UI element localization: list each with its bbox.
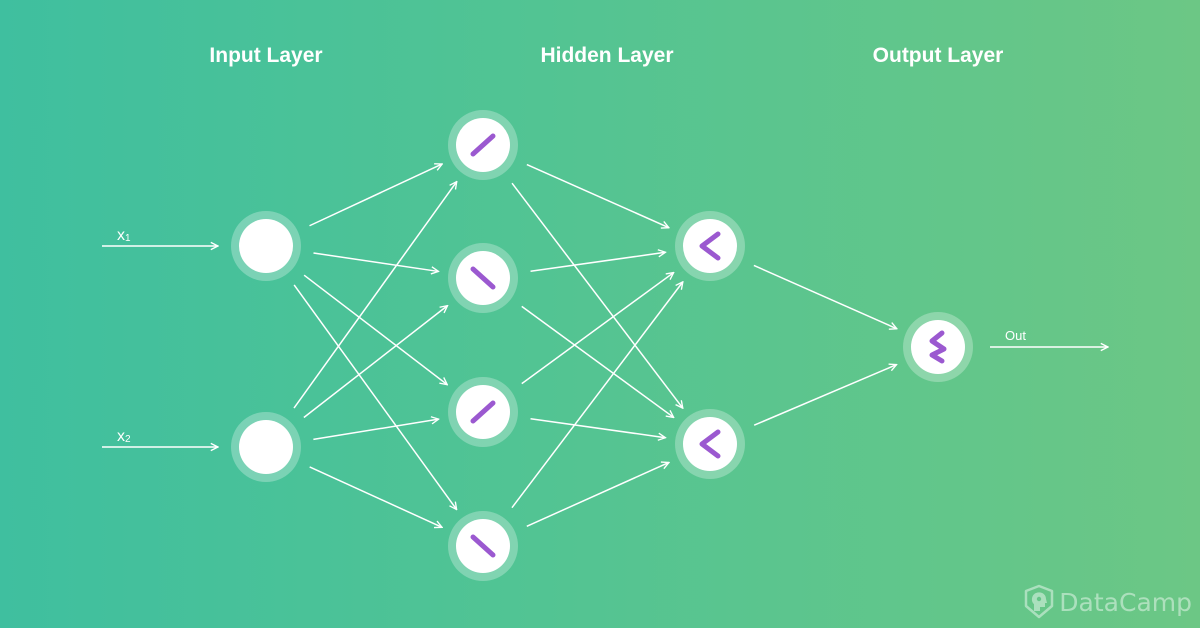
connection-h3-g2 [530, 417, 666, 438]
node-h1 [448, 110, 518, 180]
connection-h1-g1 [526, 163, 669, 228]
output-label: Out [1005, 328, 1026, 343]
node-g2 [675, 409, 745, 479]
datacamp-brand: DataCamp [1023, 584, 1192, 620]
connection-h4-g1 [511, 282, 683, 509]
input-label-2: x2 [117, 428, 131, 445]
node-h2 [448, 243, 518, 313]
connection-h2-g1 [530, 252, 666, 273]
connection-i2-h4 [309, 466, 442, 527]
connection-i1-h3 [303, 274, 447, 384]
connections-group [293, 163, 897, 528]
connection-h4-g2 [526, 462, 669, 528]
node-o1 [903, 312, 973, 382]
node-i1 [231, 211, 301, 281]
connection-i1-h2 [313, 252, 438, 271]
connection-i1-h1 [309, 164, 443, 227]
node-g1 [675, 211, 745, 281]
brand-name: DataCamp [1059, 587, 1192, 617]
connection-g2-o1 [753, 365, 896, 426]
neural-network-diagram: Input Layer Hidden Layer Output Layer x1… [0, 0, 1200, 628]
node-h3 [448, 377, 518, 447]
connection-i2-h3 [313, 419, 438, 441]
node-i2 [231, 412, 301, 482]
node-circle [683, 417, 737, 471]
connection-i1-h4 [293, 284, 456, 510]
nodes-group [231, 110, 973, 581]
node-circle [683, 219, 737, 273]
node-circle [239, 420, 293, 474]
input-label-1: x1 [117, 227, 131, 244]
connection-i2-h2 [303, 306, 448, 419]
datacamp-logo-icon [1025, 584, 1054, 619]
node-h4 [448, 511, 518, 581]
network-graph: x1 x2 Out [102, 110, 1200, 581]
connection-g1-o1 [753, 264, 897, 328]
connection-h1-g2 [511, 182, 683, 408]
node-circle [239, 219, 293, 273]
